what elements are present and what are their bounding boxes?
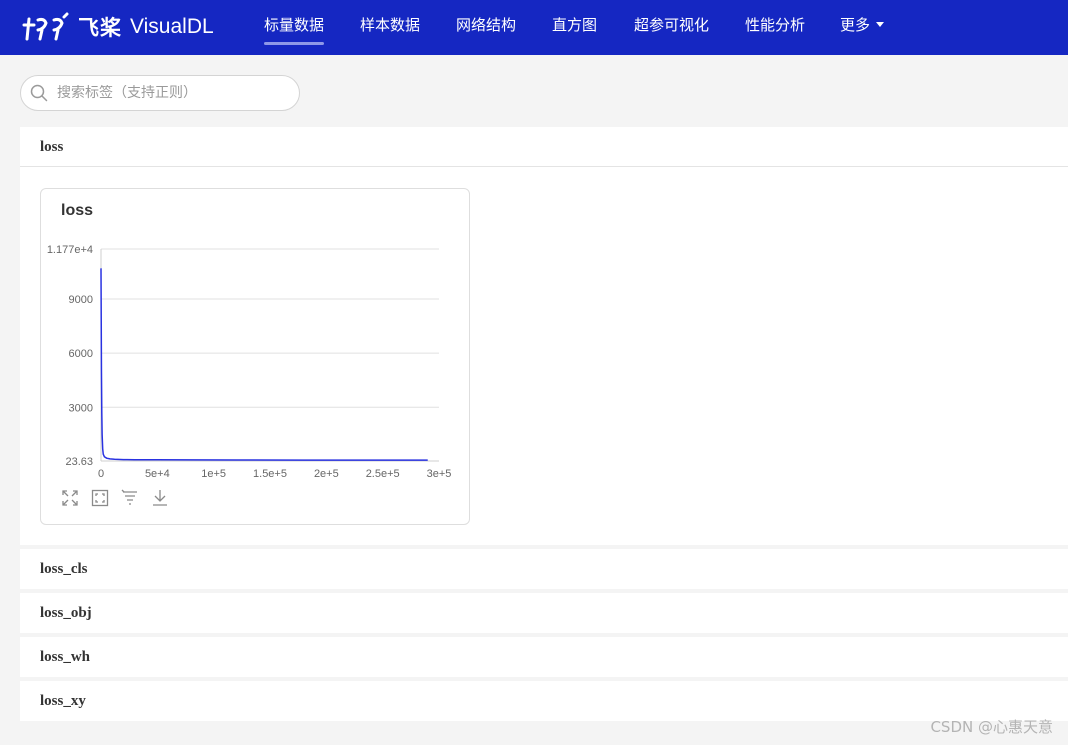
nav-more-label: 更多 <box>840 16 871 34</box>
chart-toolbar <box>61 489 181 507</box>
nav-more-dropdown[interactable]: 更多 <box>840 0 885 55</box>
x-tick-label: 0 <box>98 468 104 480</box>
download-icon[interactable] <box>151 489 169 507</box>
y-tick-label: 1.177e+4 <box>47 244 93 256</box>
paddle-logo-icon <box>20 11 72 43</box>
loss-series-line <box>100 268 428 461</box>
maximize-icon[interactable] <box>61 489 79 507</box>
y-tick-label: 23.63 <box>65 456 93 468</box>
brand-name-cn: 飞桨 <box>78 16 122 40</box>
tag-group-header-loss-cls[interactable]: loss_cls <box>20 549 1068 589</box>
loss-line-chart[interactable]: 1.177e+4 9000 6000 3000 23.63 0 5e+4 1e+5 1.5e+5… <box>41 189 471 489</box>
x-tick-label: 5e+4 <box>145 468 170 480</box>
restore-view-icon[interactable] <box>91 489 109 507</box>
nav-tab-graph[interactable]: 网络结构 <box>456 0 516 55</box>
tag-group-header-loss[interactable]: loss <box>20 127 1068 167</box>
nav-tab-profiler[interactable]: 性能分析 <box>745 0 805 55</box>
tag-group-header-loss-xy[interactable]: loss_xy <box>20 681 1068 721</box>
chart-card: loss 1.177e+4 9000 6000 3000 23.63 0 5e+4 1e+5 1… <box>40 188 470 525</box>
tag-group-loss-xy: loss_xy <box>20 681 1068 721</box>
y-tick-label: 6000 <box>69 348 93 360</box>
tag-group-loss-cls: loss_cls <box>20 549 1068 589</box>
y-tick-label: 9000 <box>69 294 93 306</box>
tag-search-input[interactable] <box>57 85 277 101</box>
x-tick-label: 2e+5 <box>314 468 339 480</box>
nav-tab-samples[interactable]: 样本数据 <box>360 0 420 55</box>
tag-group-loss-wh: loss_wh <box>20 637 1068 677</box>
top-navbar: 飞桨 VisualDL 标量数据 样本数据 网络结构 直方图 超参可视化 性能分… <box>0 0 1068 55</box>
brand-name-en: VisualDL <box>130 15 214 38</box>
y-tick-label: 3000 <box>69 402 93 414</box>
x-tick-label: 1.5e+5 <box>253 468 287 480</box>
x-tick-label: 2.5e+5 <box>366 468 400 480</box>
search-icon <box>30 84 48 102</box>
caret-down-icon <box>876 22 885 27</box>
tag-group-header-loss-obj[interactable]: loss_obj <box>20 593 1068 633</box>
watermark: CSDN @心惠天意 <box>930 718 1053 736</box>
toggle-y-axis-icon[interactable] <box>121 489 139 507</box>
x-tick-label: 3e+5 <box>427 468 452 480</box>
nav-tab-scalar[interactable]: 标量数据 <box>264 0 325 55</box>
tag-search-box <box>20 75 300 111</box>
tag-group-loss: loss loss 1.177e+4 9000 6000 3000 23.63 0 5e+4… <box>20 127 1068 545</box>
tag-group-loss-obj: loss_obj <box>20 593 1068 633</box>
logo[interactable]: 飞桨 VisualDL <box>20 10 214 44</box>
tag-group-header-loss-wh[interactable]: loss_wh <box>20 637 1068 677</box>
nav-tab-histogram[interactable]: 直方图 <box>552 0 597 55</box>
nav-tab-hyperparam[interactable]: 超参可视化 <box>634 0 709 55</box>
x-tick-label: 1e+5 <box>201 468 226 480</box>
